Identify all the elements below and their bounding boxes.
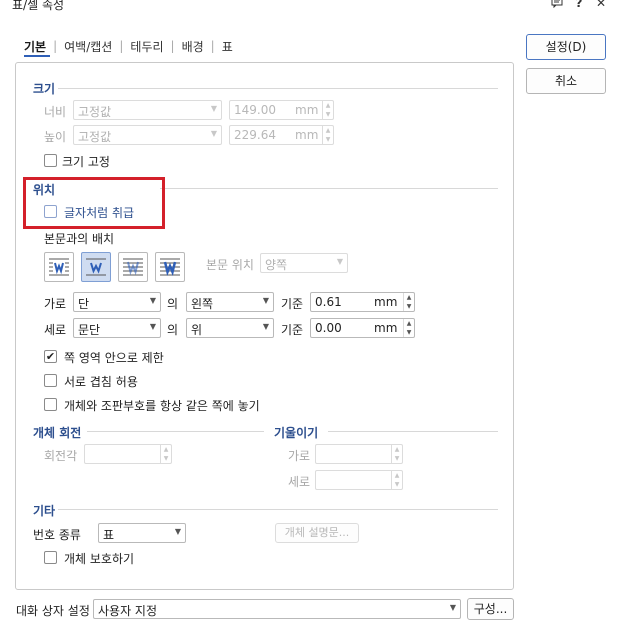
horizontal-ref-select[interactable]: 단 ▼ [73,292,161,312]
horizontal-align-select[interactable]: 왼쪽 ▼ [186,292,274,312]
skew-horizontal-label: 가로 [288,449,311,463]
tab-table[interactable]: 표 [215,38,240,55]
close-icon[interactable]: ✕ [594,0,608,10]
vertical-align-select[interactable]: 위 ▼ [186,318,274,338]
object-description-button[interactable]: 개체 설명문... [275,523,359,543]
comment-icon[interactable] [550,0,564,10]
vertical-label: 세로 [44,323,67,337]
help-icon[interactable]: ? [572,0,586,10]
chevron-down-icon: ▼ [262,322,269,331]
vertical-ref-select[interactable]: 문단 ▼ [73,318,161,338]
dialog-title: 표/셀 속성 [12,0,65,12]
vertical-offset-input[interactable]: 0.00 mm ▲ ▼ [310,318,415,338]
tab-margin-caption[interactable]: 여백/캡션 [57,38,119,55]
chevron-down-icon: ▼ [149,296,156,305]
active-tab-indicator [24,55,50,57]
other-section-title: 기타 [33,504,56,518]
skew-section-title: 기울이기 [274,426,319,440]
vertical-base-label: 기준 [281,323,304,337]
chevron-down-icon: ▼ [336,257,343,266]
width-label: 너비 [44,105,67,119]
horizontal-offset-input[interactable]: 0.61 mm ▲ ▼ [310,292,415,312]
vertical-of-label: 의 [167,323,179,337]
horizontal-label: 가로 [44,297,67,311]
dialog-setting-select[interactable]: 사용자 지정 ▼ [93,599,461,619]
spin-buttons[interactable]: ▲ ▼ [391,471,402,489]
wrap-behind-text-button[interactable] [118,252,148,282]
number-type-select[interactable]: 표 ▼ [98,523,186,543]
width-input[interactable]: 149.00 mm ▲ ▼ [229,100,334,120]
chevron-down-icon: ▼ [174,527,181,536]
protect-object-label: 개체 보호하기 [64,552,135,566]
size-section-title: 크기 [33,82,56,96]
chevron-down-icon: ▼ [210,129,217,138]
section-divider [58,509,498,510]
rotation-angle-label: 회전각 [44,449,78,463]
spin-buttons[interactable]: ▲ ▼ [322,126,333,144]
spin-buttons[interactable]: ▲ ▼ [160,445,171,463]
spin-buttons[interactable]: ▲ ▼ [322,101,333,119]
chevron-down-icon: ▼ [149,322,156,331]
section-divider [58,88,498,89]
skew-horizontal-input[interactable]: ▲ ▼ [315,444,403,464]
size-fixed-label: 크기 고정 [62,155,110,169]
number-type-label: 번호 종류 [33,528,81,542]
spin-buttons[interactable]: ▲ ▼ [403,319,414,337]
highlight-box [23,177,165,229]
protect-object-checkbox[interactable] [44,551,57,564]
chevron-down-icon: ▼ [449,603,456,612]
tab-bar: 기본 | 여백/캡션 | 테두리 | 배경 | 표 [24,38,240,54]
height-input[interactable]: 229.64 mm ▲ ▼ [229,125,334,145]
skew-vertical-input[interactable]: ▲ ▼ [315,470,403,490]
chevron-down-icon: ▼ [262,296,269,305]
tab-basic[interactable]: 기본 [24,38,53,55]
body-position-label: 본문 위치 [206,258,254,272]
tab-background[interactable]: 배경 [175,38,211,55]
spin-buttons[interactable]: ▲ ▼ [391,445,402,463]
config-button[interactable]: 구성... [467,598,514,620]
cancel-button[interactable]: 취소 [526,68,606,94]
same-page-checkbox[interactable] [44,398,57,411]
limit-to-page-label: 쪽 영역 안으로 제한 [64,351,164,365]
skew-vertical-label: 세로 [288,475,311,489]
same-page-label: 개체와 조판부호를 항상 같은 쪽에 놓기 [64,399,260,413]
section-divider [328,431,498,432]
rotation-angle-input[interactable]: ▲ ▼ [84,444,172,464]
wrap-square-button[interactable] [44,252,74,282]
body-position-select[interactable]: 양쪽 ▼ [260,253,348,273]
limit-to-page-checkbox[interactable]: ✔ [44,350,57,363]
ok-button[interactable]: 설정(D) [526,34,606,60]
width-mode-select[interactable]: 고정값 ▼ [73,100,222,120]
allow-overlap-label: 서로 겹침 허용 [64,375,138,389]
spin-buttons[interactable]: ▲ ▼ [403,293,414,311]
height-mode-select[interactable]: 고정값 ▼ [73,125,222,145]
allow-overlap-checkbox[interactable] [44,374,57,387]
horizontal-base-label: 기준 [281,297,304,311]
horizontal-of-label: 의 [167,297,179,311]
wrap-top-bottom-button[interactable] [81,252,111,282]
section-divider [87,431,264,432]
wrap-label: 본문과의 배치 [44,232,115,246]
size-fixed-checkbox[interactable] [44,154,57,167]
rotation-section-title: 개체 회전 [33,426,82,440]
chevron-down-icon: ▼ [210,104,217,113]
section-divider [160,188,498,189]
tab-border[interactable]: 테두리 [123,38,170,55]
height-label: 높이 [44,130,67,144]
wrap-in-front-button[interactable] [155,252,185,282]
dialog-setting-label: 대화 상자 설정 [16,604,90,618]
